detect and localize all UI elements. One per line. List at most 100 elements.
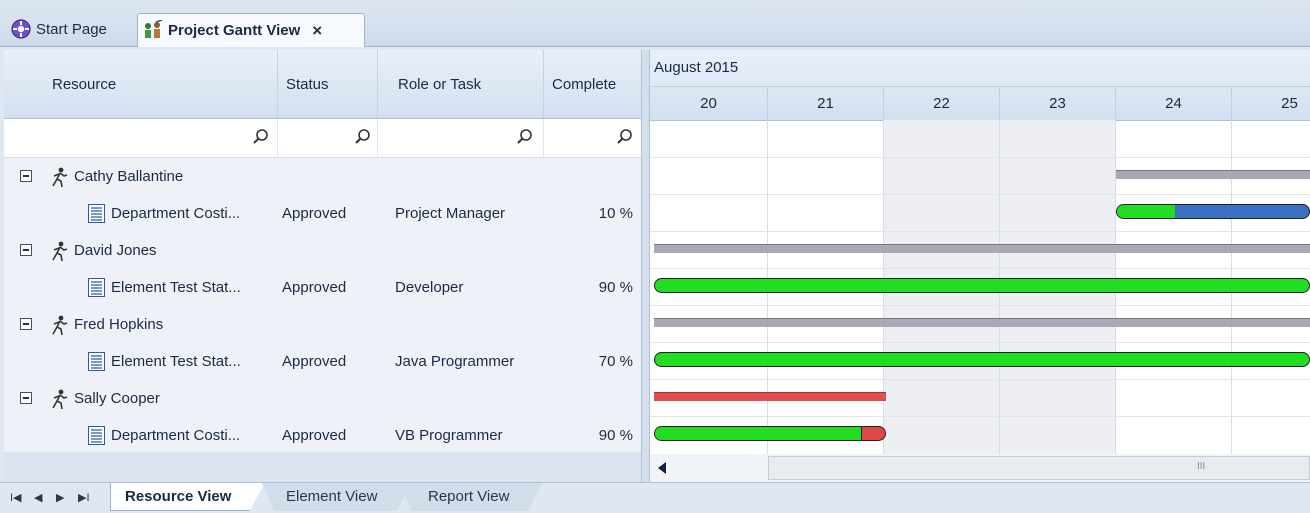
resource-group-row[interactable]: Fred Hopkins [4, 306, 641, 343]
day-header: 23 [1000, 86, 1116, 120]
task-document-icon [88, 204, 105, 223]
day-header: 22 [884, 86, 1000, 120]
tab-start-page-label: Start Page [36, 20, 107, 38]
tab-start-page[interactable]: Start Page [6, 13, 132, 45]
gantt-timescale-header: August 2015 20 21 22 23 24 25 [650, 50, 1310, 121]
task-document-icon [88, 352, 105, 371]
column-header-complete[interactable]: Complete [544, 50, 641, 118]
task-complete: 10 % [598, 205, 633, 222]
task-role: VB Programmer [395, 427, 503, 444]
close-tab-icon[interactable]: × [312, 21, 322, 41]
task-status: Approved [282, 353, 347, 370]
last-page-icon[interactable]: ▶I [78, 491, 90, 504]
task-role: Java Programmer [395, 353, 515, 370]
scroll-left-icon[interactable] [658, 462, 668, 474]
gantt-people-icon [145, 19, 163, 38]
resource-name: Sally Cooper [74, 390, 160, 407]
panel-splitter[interactable] [641, 50, 650, 482]
summary-bar[interactable] [1116, 170, 1310, 179]
task-status: Approved [282, 279, 347, 296]
task-status: Approved [282, 205, 347, 222]
row-gridline [650, 194, 1310, 195]
search-icon[interactable] [354, 128, 372, 146]
collapse-toggle[interactable] [20, 244, 32, 256]
task-bar-progress [1117, 205, 1175, 218]
collapse-toggle[interactable] [20, 318, 32, 330]
column-header-role-or-task[interactable]: Role or Task [378, 50, 544, 118]
person-icon [52, 389, 68, 410]
collapse-toggle[interactable] [20, 392, 32, 404]
collapse-toggle[interactable] [20, 170, 32, 182]
resource-group-row[interactable]: Sally Cooper [4, 380, 641, 417]
task-document-icon [88, 426, 105, 445]
month-label: August 2015 [654, 59, 739, 76]
row-gridline [650, 157, 1310, 158]
resource-name: Cathy Ballantine [74, 168, 184, 185]
scrollbar-grip: III [1197, 461, 1206, 472]
filter-resource[interactable] [4, 119, 278, 157]
task-bar[interactable] [1116, 204, 1310, 219]
row-gridline [650, 268, 1310, 269]
tab-report-view[interactable]: Report View [400, 483, 542, 511]
filter-row [4, 119, 641, 158]
tab-project-gantt-view[interactable]: Project Gantt View × [137, 13, 365, 47]
start-page-icon [11, 19, 31, 39]
tab-gantt-label: Project Gantt View [168, 22, 301, 39]
task-bar-progress [655, 427, 862, 440]
resource-group-row[interactable]: David Jones [4, 232, 641, 269]
search-icon[interactable] [616, 128, 634, 146]
row-gridline [650, 305, 1310, 306]
row-gridline [650, 342, 1310, 343]
task-name: Element Test Stat... [111, 353, 241, 370]
task-bar[interactable] [654, 352, 1310, 367]
tab-element-view[interactable]: Element View [262, 483, 412, 511]
horizontal-scrollbar[interactable]: III [650, 454, 1310, 482]
task-bar[interactable] [654, 278, 1310, 293]
task-document-icon [88, 278, 105, 297]
filter-complete[interactable] [544, 119, 641, 157]
summary-bar-overdue[interactable] [654, 392, 886, 401]
row-gridline [650, 416, 1310, 417]
scrollbar-thumb[interactable]: III [768, 456, 1310, 480]
task-row[interactable]: Department Costi... Approved Project Man… [4, 195, 641, 232]
resource-name: Fred Hopkins [74, 316, 164, 333]
task-row[interactable]: Element Test Stat... Approved Java Progr… [4, 343, 641, 380]
task-row[interactable]: Element Test Stat... Approved Developer … [4, 269, 641, 306]
column-header-status[interactable]: Status [278, 50, 378, 118]
grid-footer [4, 452, 641, 482]
day-header: 25 [1232, 86, 1310, 120]
summary-bar[interactable] [654, 318, 1310, 327]
person-icon [52, 241, 68, 262]
column-header-resource[interactable]: Resource [4, 50, 278, 118]
summary-bar[interactable] [654, 244, 1310, 253]
task-row[interactable]: Department Costi... Approved VB Programm… [4, 417, 641, 454]
gantt-chart: August 2015 20 21 22 23 24 25 III [650, 50, 1310, 482]
task-name: Element Test Stat... [111, 279, 241, 296]
day-header: 24 [1116, 86, 1232, 120]
resource-group-row[interactable]: Cathy Ballantine [4, 158, 641, 195]
task-complete: 70 % [598, 353, 633, 370]
row-gridline [650, 231, 1310, 232]
previous-page-icon[interactable]: ◀ [34, 491, 42, 504]
search-icon[interactable] [516, 128, 534, 146]
task-complete: 90 % [598, 427, 633, 444]
next-page-icon[interactable]: ▶ [56, 491, 64, 504]
day-header: 20 [650, 86, 768, 120]
resource-name: David Jones [74, 242, 157, 259]
person-icon [52, 167, 68, 188]
search-icon[interactable] [252, 128, 270, 146]
bottom-tab-bar: I◀ ◀ ▶ ▶I Resource View Element View Rep… [0, 482, 1310, 513]
task-role: Project Manager [395, 205, 506, 222]
task-name: Department Costi... [111, 427, 241, 444]
first-page-icon[interactable]: I◀ [10, 491, 22, 504]
day-header: 21 [768, 86, 884, 120]
tab-resource-view[interactable]: Resource View [110, 483, 265, 511]
filter-status[interactable] [278, 119, 378, 157]
row-gridline [650, 379, 1310, 380]
task-bar[interactable] [654, 426, 886, 441]
task-complete: 90 % [598, 279, 633, 296]
person-icon [52, 315, 68, 336]
document-tab-strip: Start Page Project Gantt View × [0, 0, 1310, 47]
task-name: Department Costi... [111, 205, 241, 222]
filter-role[interactable] [378, 119, 544, 157]
